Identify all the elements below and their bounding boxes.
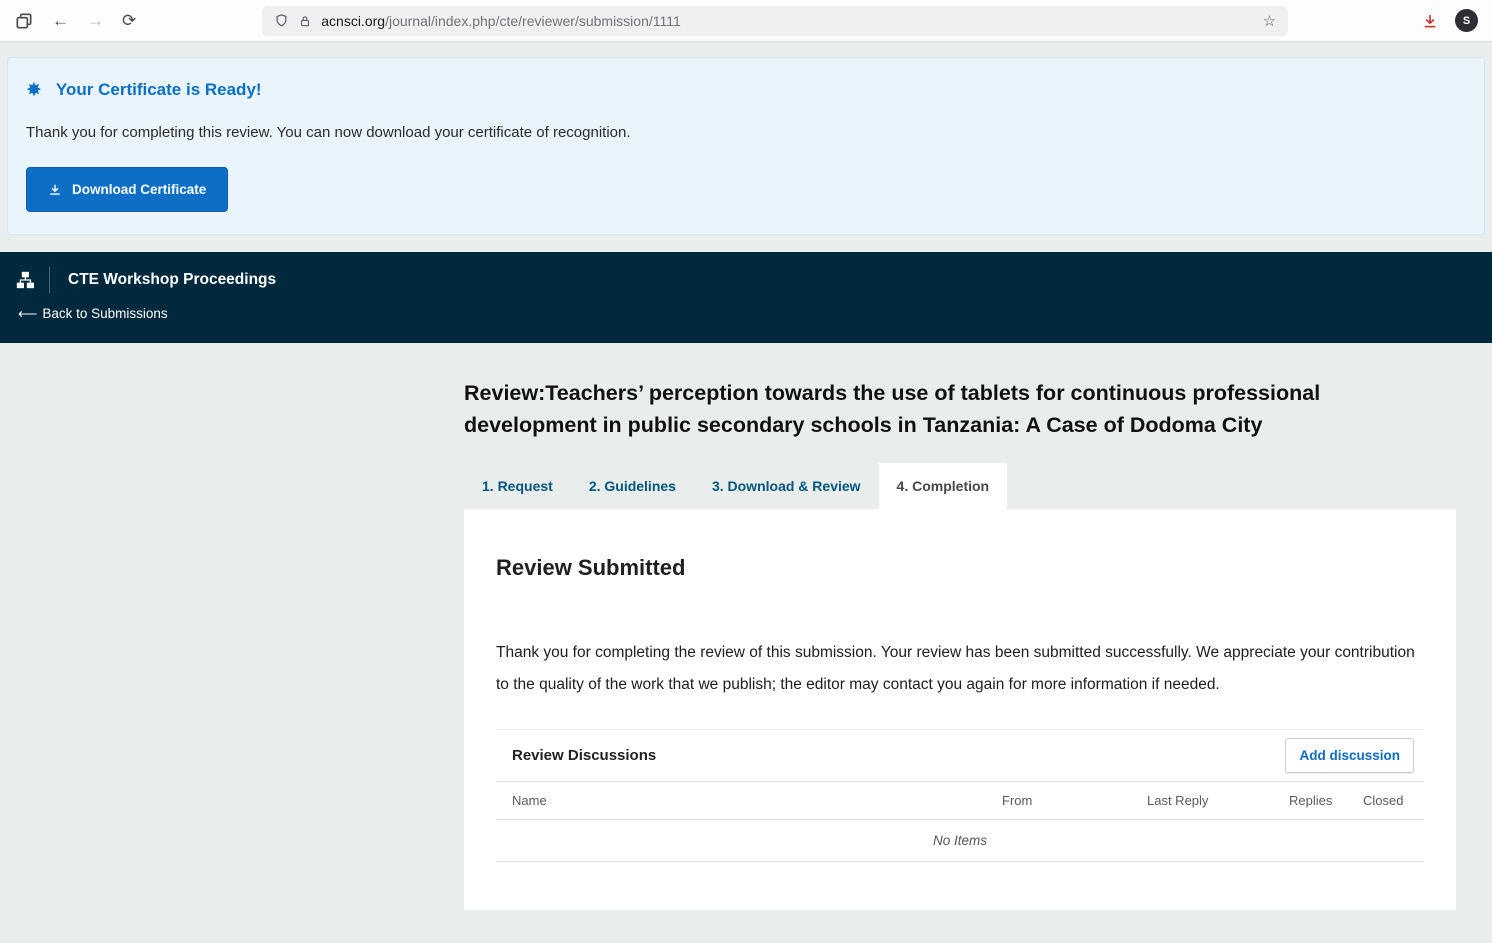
url-bar[interactable]: acnsci.org/journal/index.php/cte/reviewe… (262, 6, 1288, 36)
download-icon (48, 183, 62, 197)
new-tab-icon[interactable] (14, 11, 34, 31)
review-steps-tabs: 1. Request 2. Guidelines 3. Download & R… (464, 463, 1456, 509)
review-discussions-grid: Review Discussions Add discussion Name F… (496, 729, 1424, 862)
back-long-arrow-icon: ⟵ (18, 306, 37, 321)
tab-completion[interactable]: 4. Completion (879, 463, 1008, 509)
avatar[interactable]: S (1455, 9, 1478, 32)
browser-right-controls: S (1421, 9, 1478, 32)
add-discussion-button[interactable]: Add discussion (1285, 738, 1414, 773)
back-icon[interactable]: ← (52, 12, 69, 29)
column-from: From (1002, 793, 1147, 808)
forward-icon[interactable]: → (87, 12, 104, 29)
journal-name[interactable]: CTE Workshop Proceedings (68, 271, 276, 289)
tracking-shield-icon[interactable] (274, 13, 289, 28)
banner-title-row: ✸ Your Certificate is Ready! (26, 80, 1466, 100)
bookmark-star-icon[interactable]: ☆ (1263, 12, 1276, 30)
completion-message: Thank you for completing the review of t… (496, 637, 1424, 701)
certificate-badge-icon: ✸ (26, 81, 42, 100)
main-area: Review:Teachers’ perception towards the … (0, 343, 1492, 922)
discussions-empty-row: No Items (496, 820, 1424, 862)
column-last-reply: Last Reply (1147, 793, 1289, 808)
column-name: Name (512, 793, 1002, 808)
section-title: Review Submitted (496, 509, 1424, 581)
back-to-submissions-label: Back to Submissions (42, 306, 167, 321)
discussions-column-headers: Name From Last Reply Replies Closed (496, 782, 1424, 820)
tab-guidelines[interactable]: 2. Guidelines (571, 463, 694, 509)
url-path: /journal/index.php/cte/reviewer/submissi… (385, 13, 681, 29)
site-header: CTE Workshop Proceedings ⟵ Back to Submis… (0, 252, 1492, 343)
tasks-sitemap-icon[interactable] (0, 267, 50, 293)
downloads-icon[interactable] (1421, 12, 1439, 30)
certificate-banner: ✸ Your Certificate is Ready! Thank you f… (7, 57, 1485, 235)
tab-download-review[interactable]: 3. Download & Review (694, 463, 879, 509)
download-certificate-label: Download Certificate (72, 182, 206, 197)
completion-panel: Review Submitted Thank you for completin… (464, 509, 1456, 910)
site-header-top: CTE Workshop Proceedings (0, 267, 1492, 293)
tab-request[interactable]: 1. Request (464, 463, 571, 509)
discussions-header: Review Discussions Add discussion (496, 730, 1424, 782)
banner-title: Your Certificate is Ready! (56, 80, 262, 100)
page-title: Review:Teachers’ perception towards the … (464, 343, 1414, 441)
browser-chrome: ← → ⟳ acnsci.org/journal/index.php/cte/r… (0, 0, 1492, 42)
column-closed: Closed (1363, 793, 1408, 808)
url-text: acnsci.org/journal/index.php/cte/reviewe… (321, 13, 1254, 29)
url-domain: acnsci.org (321, 13, 385, 29)
column-replies: Replies (1289, 793, 1363, 808)
banner-message: Thank you for completing this review. Yo… (26, 124, 1466, 141)
discussions-title: Review Discussions (512, 747, 656, 764)
content-container: Review:Teachers’ perception towards the … (464, 343, 1456, 910)
reload-icon[interactable]: ⟳ (122, 12, 136, 29)
download-certificate-button[interactable]: Download Certificate (26, 167, 228, 212)
lock-icon[interactable] (298, 14, 312, 28)
back-to-submissions-link[interactable]: ⟵ Back to Submissions (18, 306, 168, 322)
